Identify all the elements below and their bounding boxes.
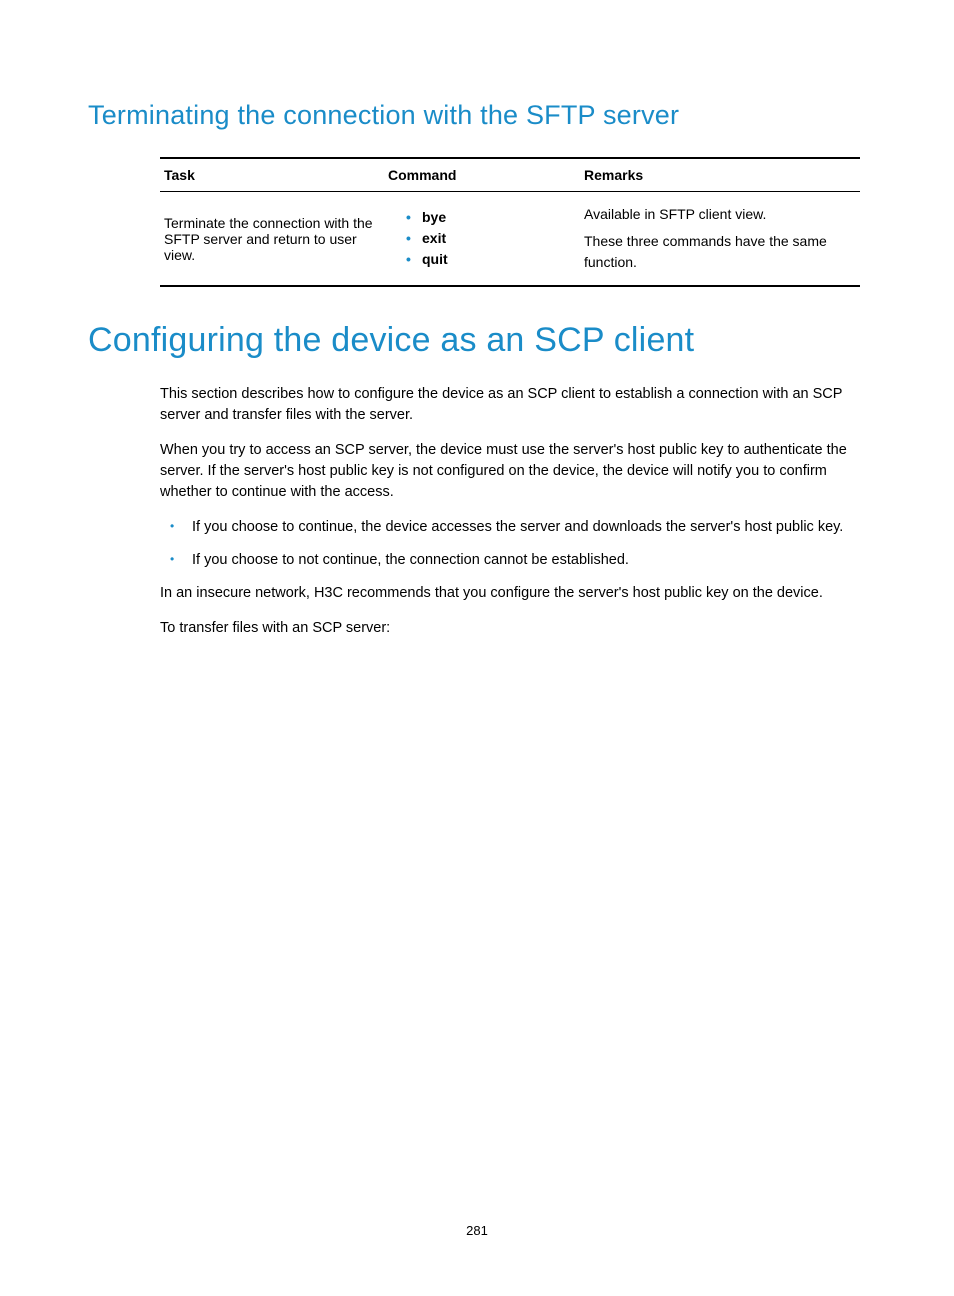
th-command: Command [384, 158, 580, 192]
main-heading-scp-client: Configuring the device as an SCP client [88, 321, 866, 360]
table-header-row: Task Command Remarks [160, 158, 860, 192]
td-remarks: Available in SFTP client view. These thr… [580, 192, 860, 287]
remarks-line: Available in SFTP client view. [584, 204, 850, 225]
body-bullet-list: If you choose to continue, the device ac… [160, 517, 860, 571]
body-paragraph: In an insecure network, H3C recommends t… [160, 583, 860, 604]
page-number: 281 [0, 1223, 954, 1238]
th-remarks: Remarks [580, 158, 860, 192]
table-row: Terminate the connection with the SFTP s… [160, 192, 860, 287]
cmd-item: exit [406, 228, 570, 249]
td-command: bye exit quit [384, 192, 580, 287]
cmd-item: bye [406, 207, 570, 228]
section-heading-terminating: Terminating the connection with the SFTP… [88, 100, 866, 131]
body-bullet-item: If you choose to continue, the device ac… [160, 517, 860, 538]
th-task: Task [160, 158, 384, 192]
remarks-line: These three commands have the same funct… [584, 231, 850, 273]
body-content: This section describes how to configure … [160, 384, 860, 639]
cmd-item: quit [406, 249, 570, 270]
command-list: bye exit quit [388, 207, 570, 270]
command-table: Task Command Remarks Terminate the conne… [160, 157, 860, 287]
body-paragraph: This section describes how to configure … [160, 384, 860, 426]
body-bullet-item: If you choose to not continue, the conne… [160, 550, 860, 571]
body-paragraph: To transfer files with an SCP server: [160, 618, 860, 639]
body-paragraph: When you try to access an SCP server, th… [160, 440, 860, 503]
td-task: Terminate the connection with the SFTP s… [160, 192, 384, 287]
